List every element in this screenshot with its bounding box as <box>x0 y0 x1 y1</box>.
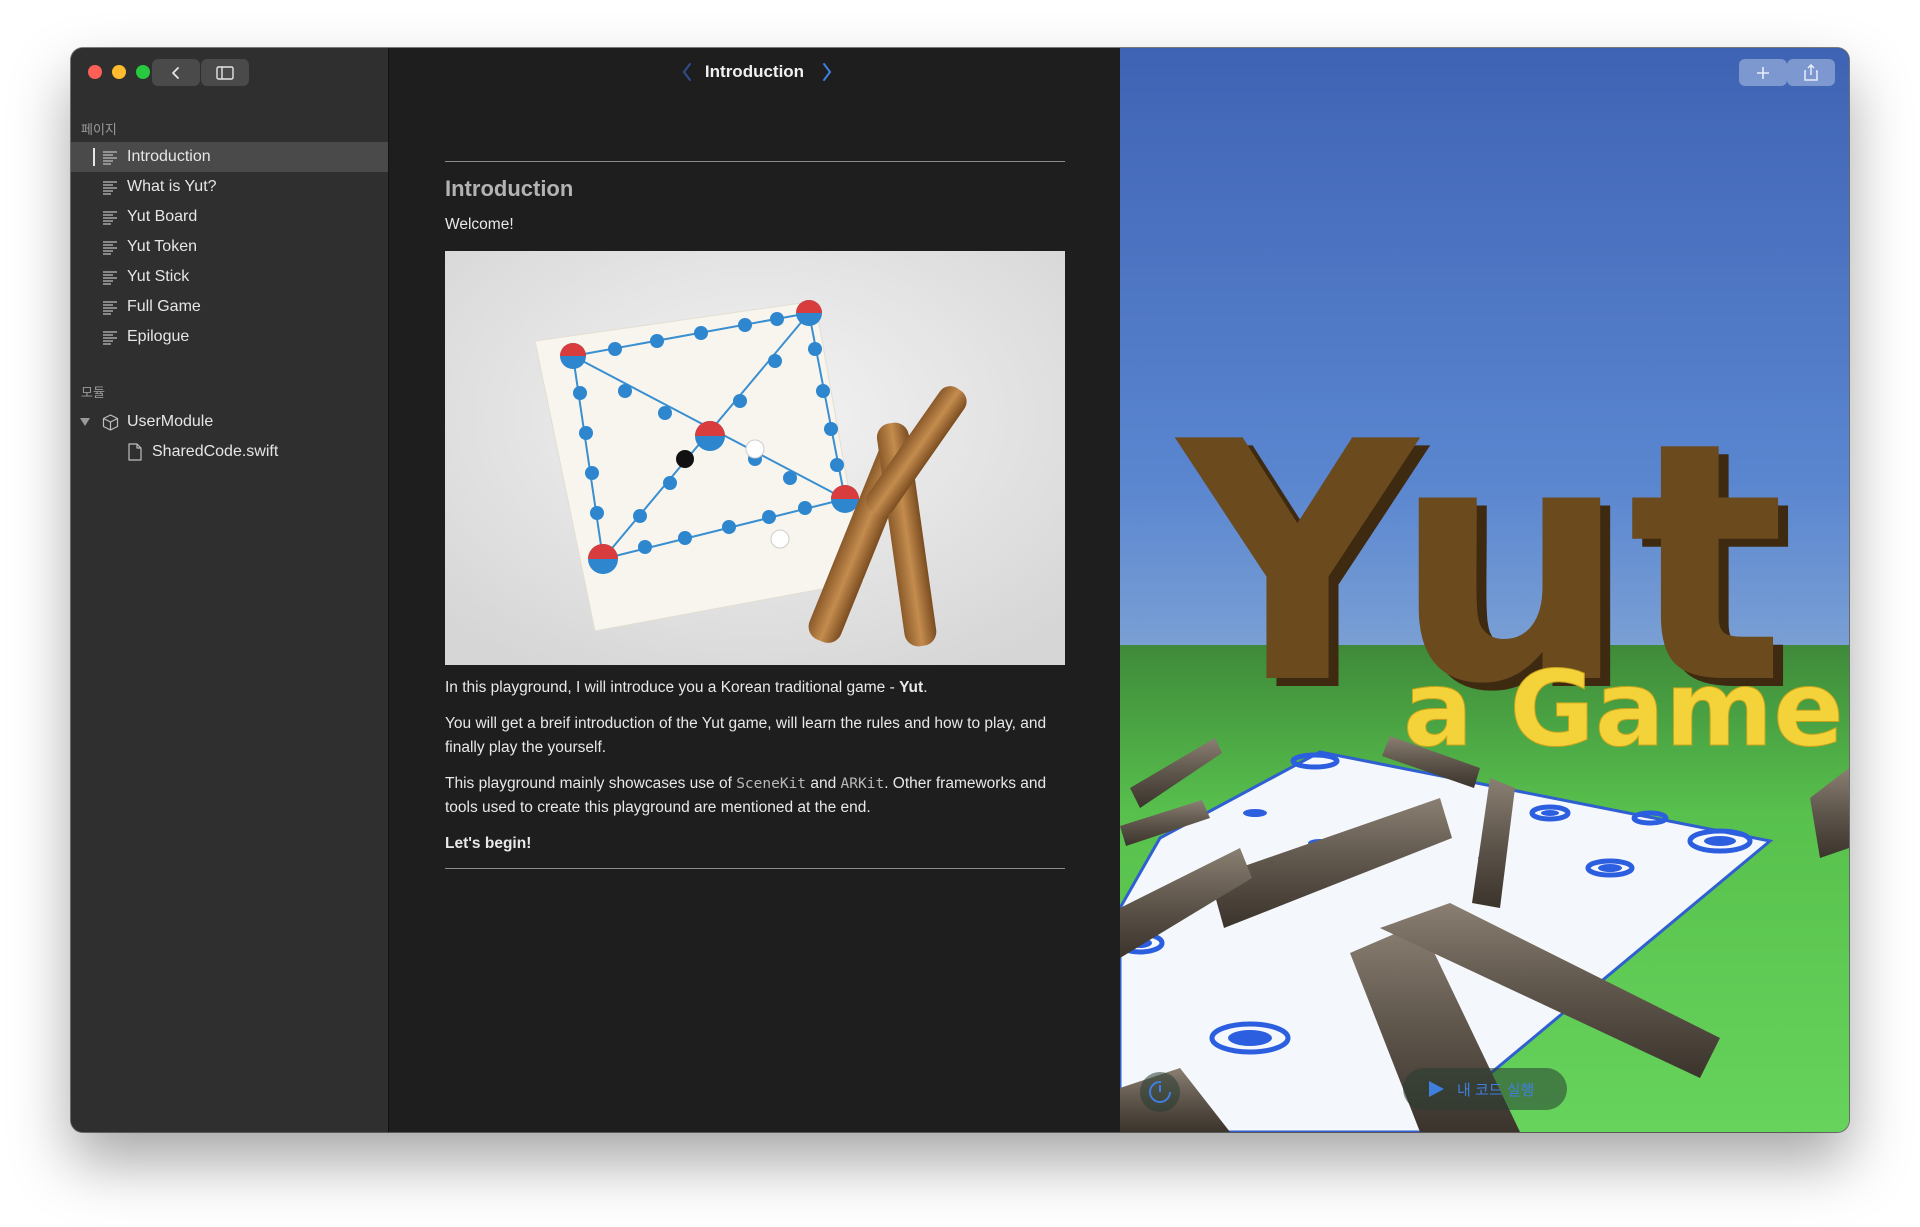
arkit-code: ARKit <box>840 776 885 792</box>
page-icon <box>103 331 117 345</box>
minimize-window-button[interactable] <box>112 65 126 79</box>
sidebar-item-label: Yut Stick <box>127 268 190 285</box>
page-icon <box>103 301 117 315</box>
window-controls <box>88 65 150 79</box>
disclosure-triangle-icon[interactable] <box>79 417 91 427</box>
a-game-subtitle: a Game <box>1403 648 1844 770</box>
sidebar-item-label: What is Yut? <box>127 178 217 195</box>
share-button[interactable] <box>1787 59 1835 86</box>
sidebar-item-what-is-yut[interactable]: What is Yut? <box>71 172 388 202</box>
plus-icon <box>1757 66 1769 79</box>
sidebar-icon <box>216 65 234 80</box>
module-cube-icon <box>102 414 119 431</box>
swift-file-icon <box>128 443 142 461</box>
sidebar-item-label: Introduction <box>127 148 211 165</box>
sidebar-item-label: Yut Token <box>127 238 197 255</box>
sidebar-toggle-button[interactable] <box>201 59 249 86</box>
prose-page: Introduction Introduction Welcome! In th… <box>389 48 1120 1132</box>
playgrounds-window: 페이지 Introduction What is Yut? Yut Board … <box>71 48 1849 1132</box>
closing-text: Let's begin! <box>445 835 532 852</box>
sidebar-item-full-game[interactable]: Full Game <box>71 292 388 322</box>
sidebar-item-yut-board[interactable]: Yut Board <box>71 202 388 232</box>
overview-paragraph: You will get a breif introduction of the… <box>445 715 1047 756</box>
intro-paragraph-suffix: . <box>923 679 928 696</box>
divider <box>445 868 1065 869</box>
add-button[interactable] <box>1739 59 1787 86</box>
run-button-label: 내 코드 실행 <box>1457 1081 1535 1099</box>
sidebar-item-yut-stick[interactable]: Yut Stick <box>71 262 388 292</box>
page-navigation-title: Introduction <box>704 62 805 81</box>
next-page-arrow-icon[interactable] <box>821 62 833 82</box>
sidebar-item-label: UserModule <box>127 413 214 430</box>
scenekit-code: SceneKit <box>736 776 807 792</box>
run-my-code-button[interactable]: 내 코드 실행 <box>1403 1068 1567 1110</box>
close-window-button[interactable] <box>88 65 102 79</box>
intro-paragraph: In this playground, I will introduce you… <box>445 676 1065 700</box>
sidebar-item-yut-token[interactable]: Yut Token <box>71 232 388 262</box>
frameworks-paragraph: This playground mainly showcases use of … <box>445 772 1065 820</box>
text-cursor <box>93 148 95 166</box>
divider <box>445 161 1065 162</box>
back-button[interactable] <box>152 59 200 86</box>
frameworks-text: This playground mainly showcases use of <box>445 775 737 792</box>
welcome-text: Welcome! <box>445 216 514 233</box>
sidebar-item-epilogue[interactable]: Epilogue <box>71 322 388 352</box>
sidebar-item-label: Full Game <box>127 298 201 315</box>
speed-control-button[interactable] <box>1140 1072 1180 1112</box>
yut-3d-scene: Yut Yut a Game <box>1120 372 1849 1132</box>
sidebar: 페이지 Introduction What is Yut? Yut Board … <box>71 48 389 1132</box>
zoom-window-button[interactable] <box>136 65 150 79</box>
sidebar-item-label: SharedCode.swift <box>152 443 279 460</box>
frameworks-text-and: and <box>806 775 841 792</box>
pages-section-header: 페이지 <box>81 122 117 137</box>
page-icon <box>103 271 117 285</box>
yut-board-photo <box>445 251 1065 665</box>
sidebar-item-usermodule[interactable]: UserModule <box>71 407 388 437</box>
page-heading: Introduction <box>445 176 574 201</box>
page-icon <box>103 181 117 195</box>
page-icon <box>103 241 117 255</box>
page-icon <box>103 151 117 165</box>
chevron-left-icon <box>172 66 179 79</box>
modules-section-header: 모듈 <box>81 385 105 400</box>
intro-paragraph-text: In this playground, I will introduce you… <box>445 679 900 696</box>
speedometer-icon <box>1149 1081 1171 1103</box>
yut-bold: Yut <box>899 679 924 696</box>
sidebar-item-label: Yut Board <box>127 208 198 225</box>
sidebar-item-sharedcode[interactable]: SharedCode.swift <box>71 437 388 467</box>
share-icon <box>1804 64 1818 81</box>
play-icon <box>1429 1081 1444 1097</box>
sidebar-item-label: Epilogue <box>127 328 190 345</box>
sidebar-item-introduction[interactable]: Introduction <box>71 142 388 172</box>
page-icon <box>103 211 117 225</box>
live-view[interactable]: Yut Yut a Game 내 코드 실행 <box>1120 48 1849 1132</box>
